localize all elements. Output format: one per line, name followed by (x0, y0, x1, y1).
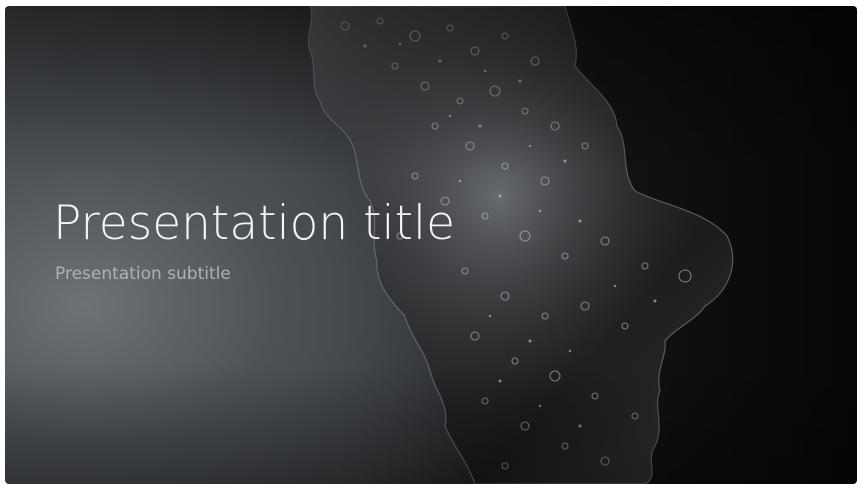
slide-title[interactable]: Presentation title (53, 196, 455, 251)
presentation-frame: Presentation title Presentation subtitle (0, 0, 860, 488)
slide-subtitle[interactable]: Presentation subtitle (55, 264, 231, 284)
title-slide[interactable]: Presentation title Presentation subtitle (5, 6, 857, 484)
